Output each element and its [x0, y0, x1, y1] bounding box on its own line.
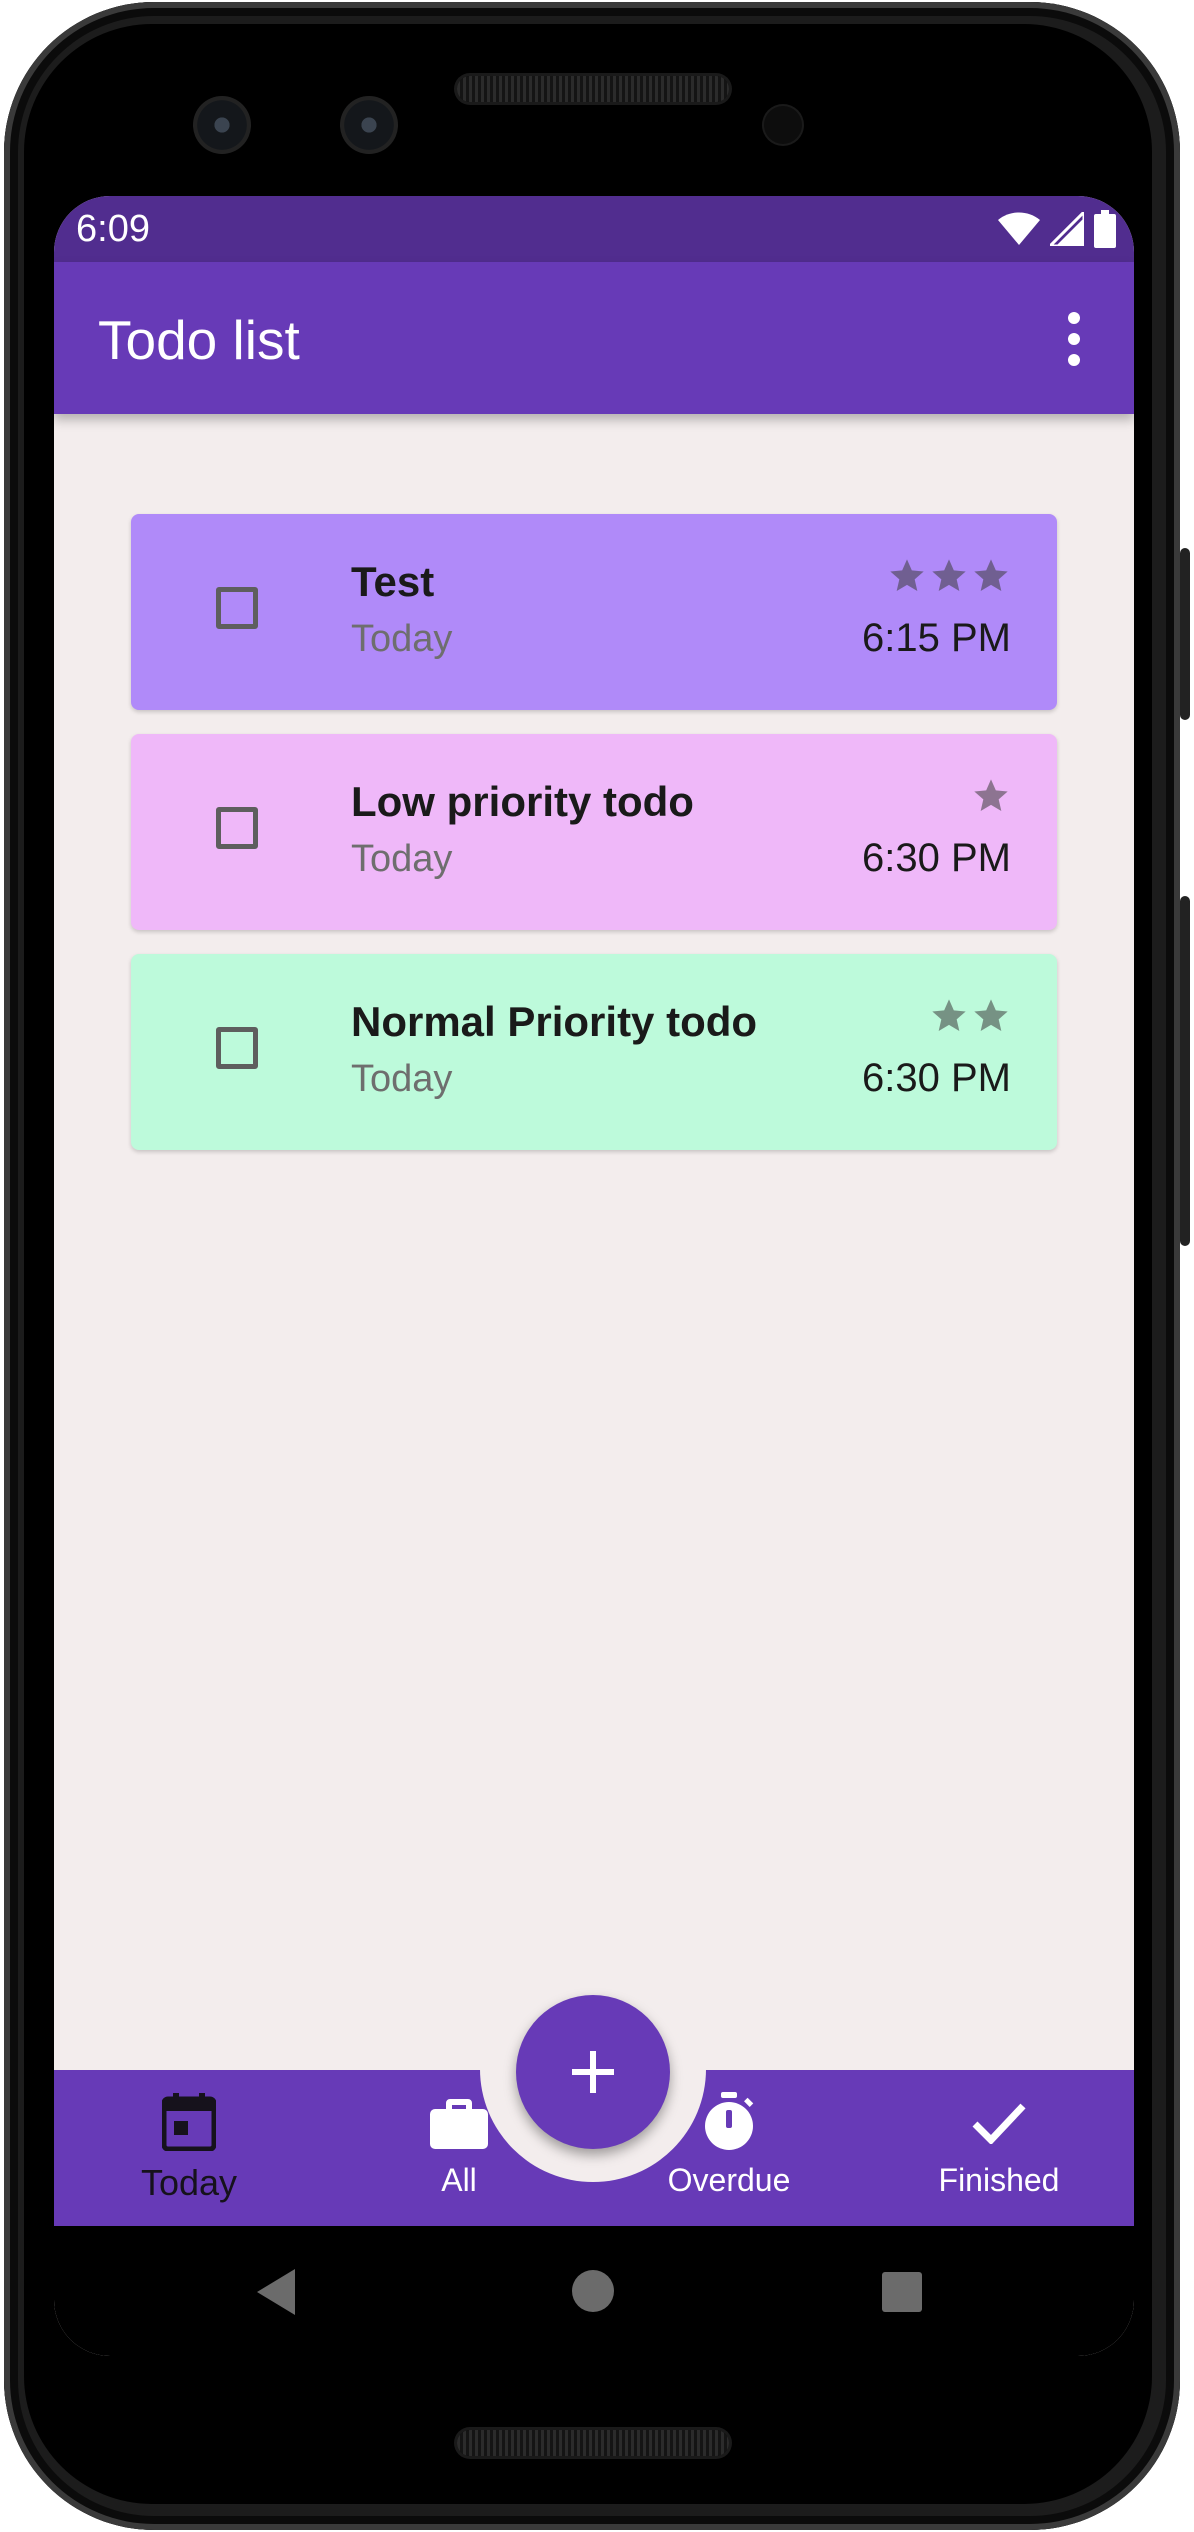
system-navigation-bar — [54, 2226, 1134, 2356]
todo-card[interactable]: Normal Priority todo Today 6:30 PM — [131, 954, 1057, 1150]
todo-date: Today — [351, 838, 453, 880]
nav-item-finished[interactable]: Finished — [879, 2092, 1119, 2199]
priority-stars — [971, 776, 1011, 816]
todo-date: Today — [351, 1058, 453, 1100]
star-icon — [974, 999, 1008, 1031]
power-button — [1180, 548, 1190, 720]
back-icon[interactable] — [257, 2269, 297, 2315]
calendar-icon — [162, 2093, 216, 2151]
home-icon[interactable] — [572, 2270, 614, 2312]
battery-icon — [1094, 210, 1116, 248]
nav-label-today: Today — [140, 2162, 238, 2203]
top-speaker — [457, 76, 729, 102]
status-time: 6:09 — [76, 208, 150, 250]
todo-time: 6:15 PM — [862, 616, 1011, 660]
todo-list: Test Today 6:15 PM Low priority todo Tod… — [131, 514, 1057, 1174]
todo-checkbox[interactable] — [216, 587, 258, 629]
front-camera-2 — [340, 96, 398, 154]
todo-date: Today — [351, 618, 453, 660]
priority-stars — [929, 996, 1011, 1036]
briefcase-icon — [430, 2099, 488, 2149]
screen: 6:09 Todo list Test Today 6:15 PM Low pr… — [54, 196, 1134, 2356]
check-icon — [972, 2103, 1026, 2144]
todo-title: Normal Priority todo — [351, 998, 758, 1045]
proximity-sensor — [764, 106, 802, 144]
more-vert-icon[interactable] — [1064, 312, 1084, 366]
star-icon — [932, 999, 966, 1031]
status-icons — [998, 209, 1116, 249]
nav-label-finished: Finished — [938, 2162, 1060, 2198]
todo-title: Low priority todo — [351, 778, 694, 825]
priority-stars — [887, 556, 1011, 596]
status-bar: 6:09 — [54, 196, 1134, 262]
star-icon — [932, 559, 966, 591]
nav-label-all: All — [441, 2162, 477, 2198]
todo-title: Test — [351, 558, 435, 605]
todo-checkbox[interactable] — [216, 1027, 258, 1069]
bottom-speaker — [457, 2430, 729, 2456]
todo-card[interactable]: Low priority todo Today 6:30 PM — [131, 734, 1057, 930]
phone-device: 6:09 Todo list Test Today 6:15 PM Low pr… — [0, 0, 1194, 2532]
todo-time: 6:30 PM — [862, 836, 1011, 880]
todo-checkbox[interactable] — [216, 807, 258, 849]
wifi-icon — [998, 212, 1040, 245]
volume-button — [1180, 896, 1190, 1246]
add-todo-button[interactable] — [516, 1995, 670, 2149]
app-title: Todo list — [98, 309, 300, 371]
star-icon — [974, 779, 1008, 811]
todo-card[interactable]: Test Today 6:15 PM — [131, 514, 1057, 710]
star-icon — [890, 559, 924, 591]
signal-icon — [1050, 212, 1084, 246]
nav-label-overdue: Overdue — [667, 2162, 791, 2198]
nav-item-today[interactable]: Today — [69, 2092, 309, 2204]
star-icon — [974, 559, 1008, 591]
recents-icon[interactable] — [882, 2272, 922, 2312]
app-bar: Todo list — [54, 262, 1134, 414]
front-camera-1 — [193, 96, 251, 154]
timer-icon — [705, 2092, 754, 2150]
plus-icon — [572, 2051, 614, 2093]
todo-time: 6:30 PM — [862, 1056, 1011, 1100]
